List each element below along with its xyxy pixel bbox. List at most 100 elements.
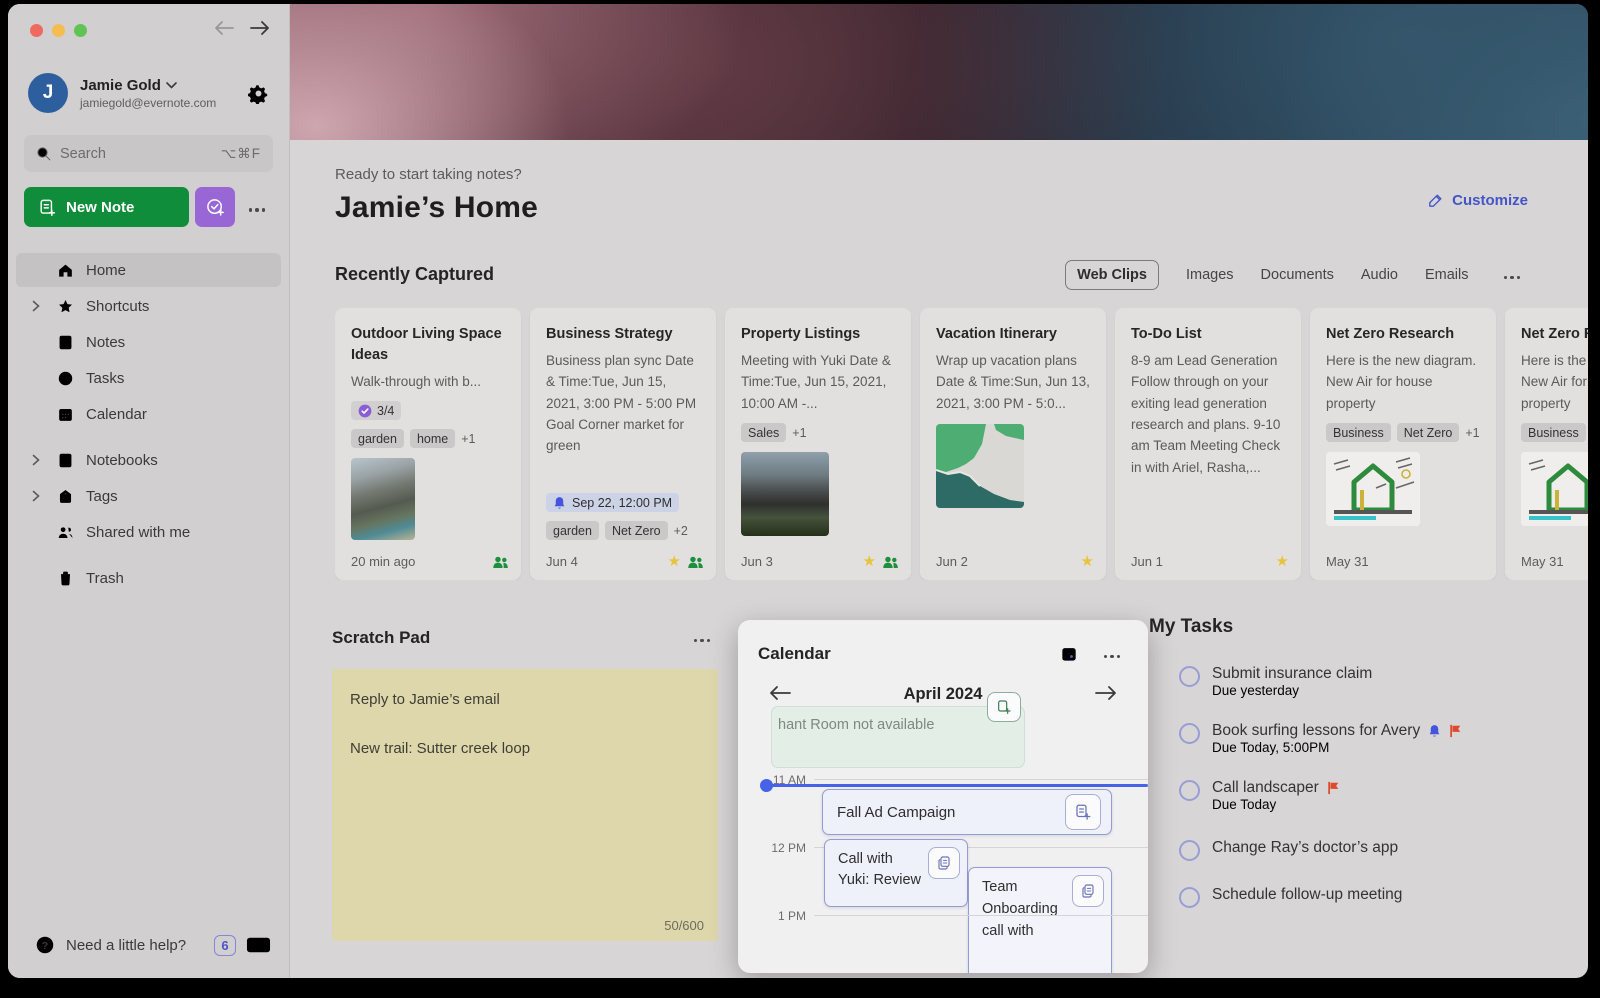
eyebrow-text: Ready to start taking notes? — [335, 166, 1528, 183]
note-plus-icon — [1074, 803, 1092, 821]
tag-pill[interactable]: Net Zero — [605, 521, 668, 540]
card-date: Jun 3 — [741, 554, 863, 569]
task-checkbox[interactable] — [1179, 887, 1200, 908]
tag-pill[interactable]: Business — [1326, 423, 1391, 442]
tags-icon — [56, 487, 75, 506]
card-title: Vacation Itinerary — [936, 324, 1090, 345]
task-label[interactable]: Submit insurance claim — [1212, 665, 1372, 683]
note-plus-icon — [38, 198, 57, 217]
time-label: 1 PM — [738, 909, 806, 923]
chevron-right-icon — [32, 300, 40, 312]
search-input[interactable]: Search ⌥⌘F — [24, 135, 273, 172]
sidebar-item-tags[interactable]: Tags — [16, 479, 281, 513]
avatar[interactable]: J — [28, 73, 68, 113]
new-note-button[interactable]: New Note — [24, 187, 189, 227]
note-card-property-listings[interactable]: Property Listings Meeting with Yuki Date… — [725, 308, 911, 580]
help-label[interactable]: Need a little help? — [66, 937, 204, 954]
task-label[interactable]: Book surfing lessons for Avery — [1212, 722, 1420, 740]
forward-arrow-icon[interactable] — [249, 20, 271, 36]
note-card-net-zero-research[interactable]: Net Zero Research Here is the new diagra… — [1310, 308, 1496, 580]
copy-note-icon[interactable] — [1072, 875, 1104, 907]
sidebar-item-shared-with-me[interactable]: Shared with me — [16, 515, 281, 549]
event-call-with-yuki[interactable]: Call with Yuki: Review — [824, 839, 968, 907]
event-fall-ad-campaign[interactable]: Fall Ad Campaign — [822, 789, 1112, 835]
customize-button[interactable]: Customize — [1427, 192, 1528, 209]
scratch-pad-line: Reply to Jamie’s email — [350, 689, 700, 710]
ellipsis-icon — [694, 639, 711, 643]
note-card-to-do-list[interactable]: To-Do List 8-9 am Lead Generation Follow… — [1115, 308, 1301, 580]
shared-people-icon — [492, 555, 509, 569]
my-tasks-widget: My Tasks Submit insurance claim Due yest… — [1149, 616, 1578, 912]
task-checkbox[interactable] — [1179, 840, 1200, 861]
filter-images[interactable]: Images — [1186, 267, 1234, 283]
close-window-button[interactable] — [30, 24, 43, 37]
add-note-to-event-button[interactable] — [1065, 794, 1101, 830]
note-card-business-strategy[interactable]: Business Strategy Business plan sync Dat… — [530, 308, 716, 580]
task-label[interactable]: Call landscaper — [1212, 779, 1319, 797]
keyboard-icon[interactable] — [246, 936, 271, 954]
sidebar-item-notebooks[interactable]: Notebooks — [16, 443, 281, 477]
account-section[interactable]: J Jamie Gold jamiegold@evernote.com — [8, 37, 289, 113]
sidebar-item-trash[interactable]: Trash — [16, 561, 281, 595]
scratch-pad-note[interactable]: Reply to Jamie’s email New trail: Sutter… — [332, 669, 718, 941]
card-snippet: Here is the new diagram. New Air for hou… — [1521, 350, 1588, 414]
tasks-icon — [56, 369, 75, 388]
scratch-pad-more-button[interactable] — [686, 622, 719, 653]
calendar-today-icon[interactable] — [1059, 644, 1079, 664]
event-team-onboarding[interactable]: Team Onboarding call with — [968, 867, 1112, 973]
minimize-window-button[interactable] — [52, 24, 65, 37]
zoom-window-button[interactable] — [74, 24, 87, 37]
new-task-button[interactable] — [195, 187, 235, 227]
filters-more-button[interactable] — [1496, 259, 1529, 290]
filter-web-clips[interactable]: Web Clips — [1065, 260, 1159, 290]
copy-note-icon[interactable] — [928, 847, 960, 879]
task-row: Call landscaper Due Today — [1149, 779, 1578, 812]
notification-badge[interactable]: 6 — [214, 935, 236, 956]
tag-pill[interactable]: Sales — [741, 423, 786, 442]
task-checkbox[interactable] — [1179, 780, 1200, 801]
gear-icon[interactable] — [248, 83, 269, 109]
sidebar-item-label: Home — [86, 262, 126, 279]
card-snippet: Walk-through with b... — [351, 371, 505, 392]
filter-documents[interactable]: Documents — [1261, 267, 1334, 283]
tag-pill[interactable]: Net Zero — [1397, 423, 1460, 442]
task-label[interactable]: Schedule follow-up meeting — [1212, 886, 1402, 904]
card-title: Net Zero Research — [1521, 324, 1588, 345]
task-label[interactable]: Change Ray’s doctor’s app — [1212, 839, 1398, 857]
tag-pill[interactable]: home — [410, 429, 455, 448]
note-card-net-zero-research-partial[interactable]: Net Zero Research Here is the new diagra… — [1505, 308, 1588, 580]
tag-pill[interactable]: garden — [546, 521, 599, 540]
task-checkbox[interactable] — [1179, 666, 1200, 687]
sidebar-item-notes[interactable]: Notes — [16, 325, 281, 359]
tag-pill[interactable]: garden — [351, 429, 404, 448]
header-cover-image — [290, 4, 1588, 140]
sidebar-item-shortcuts[interactable]: Shortcuts — [16, 289, 281, 323]
next-month-button[interactable] — [1090, 681, 1122, 708]
note-card-outdoor-living[interactable]: Outdoor Living Space Ideas Walk-through … — [335, 308, 521, 580]
character-counter: 50/600 — [664, 918, 704, 933]
add-note-to-event-button[interactable] — [987, 692, 1021, 722]
calendar-title: Calendar — [758, 644, 1059, 664]
map-thumbnail — [936, 424, 1024, 508]
more-tags-count: +2 — [674, 524, 688, 538]
task-due-date: Due Today — [1212, 797, 1578, 812]
card-title: Outdoor Living Space Ideas — [351, 324, 505, 366]
main-area: Ready to start taking notes? Jamie’s Hom… — [290, 4, 1588, 978]
task-checkbox[interactable] — [1179, 723, 1200, 744]
sidebar-item-tasks[interactable]: Tasks — [16, 361, 281, 395]
note-card-vacation-itinerary[interactable]: Vacation Itinerary Wrap up vacation plan… — [920, 308, 1106, 580]
star-icon: ★ — [1276, 554, 1289, 569]
search-placeholder: Search — [60, 146, 221, 162]
sidebar-item-label: Shortcuts — [86, 298, 149, 315]
filter-audio[interactable]: Audio — [1361, 267, 1398, 283]
sidebar-item-calendar[interactable]: Calendar — [16, 397, 281, 431]
capture-filters: Web Clips Images Documents Audio Emails — [1065, 259, 1528, 290]
tag-pill[interactable]: Business — [1521, 423, 1586, 442]
sidebar-item-home[interactable]: Home — [16, 253, 281, 287]
help-icon[interactable]: ? — [34, 934, 56, 956]
back-arrow-icon[interactable] — [213, 20, 235, 36]
filter-emails[interactable]: Emails — [1425, 267, 1469, 283]
calendar-more-button[interactable] — [1096, 638, 1129, 669]
more-actions-button[interactable] — [241, 192, 274, 223]
card-date: 20 min ago — [351, 554, 492, 569]
